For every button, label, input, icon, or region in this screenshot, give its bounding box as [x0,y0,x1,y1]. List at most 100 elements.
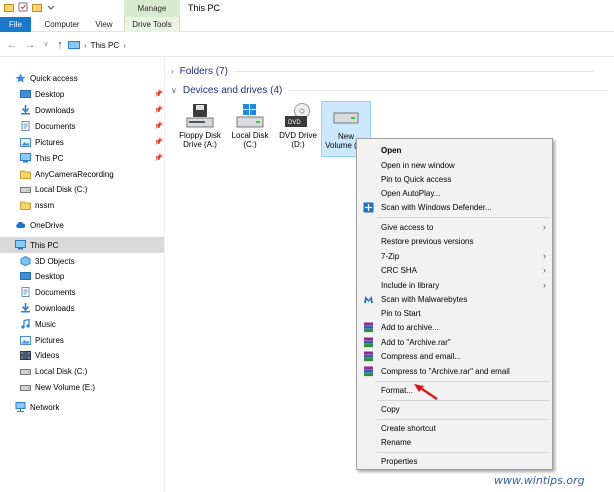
sidebar-item-network[interactable]: Network [0,399,164,415]
menu-item-label: 7-Zip [381,252,400,261]
back-arrow-icon[interactable]: ← [6,38,18,52]
drive-local-disk-c[interactable]: Local Disk (C:) [225,101,275,157]
sidebar-item-pictures-pc[interactable]: Pictures [0,332,164,348]
up-arrow-icon[interactable]: ↑ [54,38,66,52]
malwarebytes-icon [363,294,374,305]
new-folder-icon[interactable] [32,2,42,12]
menu-item-label: Copy [381,405,400,414]
chevron-right-icon[interactable]: › [171,67,174,76]
manage-context-tab[interactable]: Manage [124,0,180,17]
sidebar-item-quick-access[interactable]: Quick access [0,70,164,86]
menu-item-7zip[interactable]: 7-Zip › [357,249,552,264]
menu-item-open-new-window[interactable]: Open in new window [357,158,552,173]
sidebar-item-documents-pc[interactable]: Documents [0,284,164,300]
desktop-folder-icon [20,271,31,281]
folders-group-header[interactable]: › Folders (7) [171,66,595,77]
menu-item-label: Scan with Malwarebytes [381,295,468,304]
computer-icon [20,153,31,163]
recent-locations-chevron-icon[interactable]: ∨ [40,38,52,52]
sidebar-item-desktop-pc[interactable]: Desktop [0,268,164,284]
menu-item-format[interactable]: Format... [357,383,552,398]
sidebar-item-local-disk-c[interactable]: Local Disk (C:) [0,363,164,379]
pin-icon[interactable]: 📌 [154,90,163,98]
menu-item-properties[interactable]: Properties [357,454,552,469]
sidebar-item-documents[interactable]: Documents 📌 [0,118,164,134]
menu-item-label: Create shortcut [381,424,436,433]
qat-dropdown-icon[interactable] [46,2,56,12]
submenu-arrow-icon: › [543,265,546,275]
menu-item-crc-sha[interactable]: CRC SHA › [357,263,552,278]
pin-icon[interactable]: 📌 [154,106,163,114]
address-path-box[interactable]: › This PC › [68,37,614,53]
drive-label-line2: (D:) [291,140,305,149]
menu-item-pin-quick-access[interactable]: Pin to Quick access [357,172,552,187]
quick-access-toolbar [4,2,56,12]
menu-separator [377,400,549,401]
sidebar-item-label: New Volume (E:) [35,382,96,392]
menu-separator [377,217,549,218]
sidebar-item-desktop[interactable]: Desktop 📌 [0,86,164,102]
menu-item-include-library[interactable]: Include in library › [357,278,552,293]
menu-item-create-shortcut[interactable]: Create shortcut [357,421,552,436]
menu-item-open[interactable]: Open [357,143,552,158]
sidebar-item-music[interactable]: Music [0,316,164,332]
download-arrow-icon [20,303,31,313]
menu-item-label: Compress and email... [381,352,462,361]
sidebar-item-anycamerarecording[interactable]: AnyCameraRecording [0,166,164,182]
menu-item-pin-start[interactable]: Pin to Start [357,306,552,321]
annotation-arrow-icon [410,380,440,404]
sidebar-item-onedrive[interactable]: OneDrive [0,217,164,233]
title-bar: Manage This PC [0,0,614,17]
devices-group-header[interactable]: ∨ Devices and drives (4) [171,85,609,96]
chevron-down-icon[interactable]: ∨ [171,86,177,95]
menu-item-open-autoplay[interactable]: Open AutoPlay... [357,186,552,201]
menu-item-add-archive-rar[interactable]: Add to "Archive.rar" [357,335,552,350]
tab-file[interactable]: File [0,17,31,32]
menu-item-rename[interactable]: Rename [357,435,552,450]
menu-item-label: Pin to Start [381,309,421,318]
sidebar-item-label: Downloads [35,105,75,115]
menu-item-label: Pin to Quick access [381,175,452,184]
submenu-arrow-icon: › [543,222,546,232]
sidebar-item-this-pc-pinned[interactable]: This PC 📌 [0,150,164,166]
drive-dvd-d[interactable]: DVD DVD Drive (D:) [273,101,323,157]
sidebar-item-downloads[interactable]: Downloads 📌 [0,102,164,118]
menu-item-restore-versions[interactable]: Restore previous versions [357,234,552,249]
pin-icon[interactable]: 📌 [154,154,163,162]
menu-item-scan-malwarebytes[interactable]: Scan with Malwarebytes [357,292,552,307]
sidebar-item-nssm[interactable]: nssm [0,197,164,213]
sidebar-item-local-disk-c-quick[interactable]: Local Disk (C:) [0,181,164,197]
forward-arrow-icon[interactable]: → [24,38,36,52]
winrar-icon [363,322,374,333]
sidebar-item-new-volume-e[interactable]: New Volume (E:) [0,379,164,395]
windows-drive-icon [235,103,265,129]
breadcrumb-this-pc[interactable]: This PC [91,41,119,50]
properties-icon[interactable] [18,2,28,12]
menu-item-copy[interactable]: Copy [357,402,552,417]
drive-floppy-a[interactable]: Floppy Disk Drive (A:) [175,101,225,157]
cloud-icon [15,220,26,230]
sidebar-item-videos[interactable]: Videos [0,347,164,363]
drive-icon [20,382,31,392]
menu-item-label: Add to archive... [381,323,439,332]
menu-item-compress-email[interactable]: Compress and email... [357,349,552,364]
watermark: www.wintips.org [494,474,585,487]
sidebar-item-pictures[interactable]: Pictures 📌 [0,134,164,150]
tab-view[interactable]: View [88,17,120,32]
pictures-icon [20,335,31,345]
menu-item-label: Open AutoPlay... [381,189,441,198]
tab-computer[interactable]: Computer [37,17,87,32]
tab-drive-tools[interactable]: Drive Tools [124,17,180,32]
pin-icon[interactable]: 📌 [154,138,163,146]
sidebar-item-downloads-pc[interactable]: Downloads [0,300,164,316]
drive-label-line1: Local Disk [231,131,269,140]
menu-item-compress-rar-email[interactable]: Compress to "Archive.rar" and email [357,364,552,379]
music-icon [20,318,31,329]
sidebar-item-3d-objects[interactable]: 3D Objects [0,253,164,269]
sidebar-item-label: Quick access [30,73,78,83]
menu-item-give-access[interactable]: Give access to › [357,220,552,235]
pin-icon[interactable]: 📌 [154,122,163,130]
menu-item-add-archive[interactable]: Add to archive... [357,320,552,335]
menu-item-scan-defender[interactable]: Scan with Windows Defender... [357,200,552,215]
sidebar-item-this-pc[interactable]: This PC [0,237,164,253]
